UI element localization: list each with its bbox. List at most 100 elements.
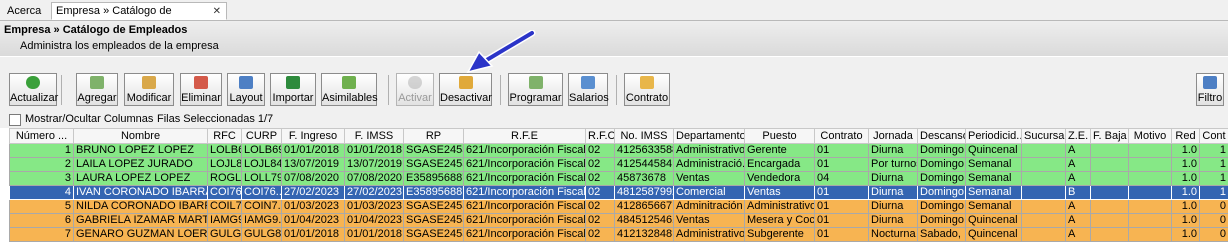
layout-icon xyxy=(239,76,253,89)
tab-catalogo-empleados[interactable]: Empresa » Catálogo de Empleados ✕ xyxy=(51,2,227,34)
column-header[interactable]: No. IMSS xyxy=(614,128,674,144)
deactivate-button[interactable]: Desactivar xyxy=(439,73,492,106)
table-row[interactable]: 7GENARO GUZMAN LOERAGULG8...GULG8...01/0… xyxy=(9,227,1228,242)
toolbar-separator xyxy=(388,75,389,105)
close-icon[interactable]: ✕ xyxy=(213,3,221,20)
table-cell: 07/08/2020 xyxy=(344,171,404,186)
column-header[interactable]: Jornada xyxy=(868,128,918,144)
tab-acerca-de[interactable]: Acerca de xyxy=(2,2,50,34)
schedule-icon xyxy=(528,76,543,89)
column-header[interactable]: F. IMSS xyxy=(344,128,404,144)
table-cell: NILDA CORONADO IBARRA xyxy=(73,199,208,214)
table-cell: 02 xyxy=(585,171,615,186)
table-cell: GULG8... xyxy=(241,227,282,242)
table-cell: A xyxy=(1065,199,1091,214)
add-button[interactable]: Agregar xyxy=(76,73,118,106)
options-bar: Mostrar/Ocultar Columnas Filas Seleccion… xyxy=(0,112,1228,128)
table-cell: 02 xyxy=(585,199,615,214)
table-cell: 3 xyxy=(9,171,74,186)
table-cell: 1.0 xyxy=(1171,185,1200,200)
column-header[interactable]: Nombre xyxy=(73,128,208,144)
table-cell: Semanal xyxy=(965,199,1022,214)
activate-button[interactable]: Activar xyxy=(396,73,434,106)
table-cell: A xyxy=(1065,157,1091,172)
table-cell: Domingo xyxy=(917,199,966,214)
table-cell: 1.0 xyxy=(1171,213,1200,228)
column-header[interactable]: CURP xyxy=(241,128,282,144)
table-cell: 02 xyxy=(585,213,615,228)
table-cell: A xyxy=(1065,213,1091,228)
layout-button[interactable]: Layout xyxy=(227,73,265,106)
column-header[interactable]: F. Ingreso xyxy=(281,128,345,144)
column-header[interactable]: R.F.C xyxy=(585,128,615,144)
table-cell: 01/04/2023 xyxy=(344,213,404,228)
table-cell: Por turnos xyxy=(868,157,918,172)
column-header[interactable]: Cont xyxy=(1199,128,1228,144)
table-cell: Diurna xyxy=(868,143,918,158)
column-header[interactable]: Contrato xyxy=(814,128,869,144)
column-header[interactable]: Motivo xyxy=(1128,128,1172,144)
column-header[interactable]: Descanso xyxy=(917,128,966,144)
table-cell: 621/Incorporación Fiscal xyxy=(463,143,586,158)
table-cell: SGASE24535 xyxy=(403,227,464,242)
table-cell: 01/03/2023 xyxy=(281,199,345,214)
refresh-button[interactable]: Actualizar xyxy=(9,73,58,106)
table-cell: 41256335889 xyxy=(614,143,674,158)
table-cell: 01/01/2018 xyxy=(281,143,345,158)
table-cell: SGASE24535 xyxy=(403,157,464,172)
delete-button[interactable]: Eliminar xyxy=(180,73,222,106)
column-header[interactable]: R.F.E xyxy=(463,128,586,144)
add-record-icon xyxy=(90,76,104,89)
contract-button[interactable]: Contrato xyxy=(624,73,670,106)
table-cell: Administrativo xyxy=(673,227,745,242)
table-cell: Semanal xyxy=(965,185,1022,200)
table-cell: SGASE24535 xyxy=(403,213,464,228)
table-cell: Nocturna xyxy=(868,227,918,242)
table-cell xyxy=(1128,157,1172,172)
edit-button[interactable]: Modificar xyxy=(124,73,174,106)
column-header[interactable]: Puesto xyxy=(744,128,815,144)
column-header[interactable]: Sucursal xyxy=(1021,128,1066,144)
assimilable-icon xyxy=(342,76,356,89)
table-row[interactable]: 4IVAN CORONADO IBARRACOI76...COI76...27/… xyxy=(9,185,1228,200)
table-cell: Encargada xyxy=(744,157,815,172)
column-header[interactable]: RFC xyxy=(207,128,242,144)
table-cell: 01 xyxy=(814,143,869,158)
table-row[interactable]: 5NILDA CORONADO IBARRACOIL7...COIN7...01… xyxy=(9,199,1228,214)
table-cell: 621/Incorporación Fiscal xyxy=(463,157,586,172)
table-cell: LAILA LOPEZ JURADO xyxy=(73,157,208,172)
show-columns-checkbox[interactable] xyxy=(9,114,21,126)
import-button[interactable]: Importar xyxy=(270,73,316,106)
table-cell: 01 xyxy=(814,227,869,242)
employees-table: Número ... Nombre RFC CURP F. Ingreso F. IMSS… xyxy=(9,128,1228,242)
table-row[interactable]: 2LAILA LOPEZ JURADOLOJL84...LOJL84...13/… xyxy=(9,157,1228,172)
table-cell: 27/02/2023 xyxy=(344,185,404,200)
column-header[interactable]: RP xyxy=(403,128,464,144)
table-row[interactable]: 3LAURA LOPEZ LOPEZROGL7...LOLL79...07/08… xyxy=(9,171,1228,186)
table-cell: 412544584 xyxy=(614,157,674,172)
show-columns-label[interactable]: Mostrar/Ocultar Columnas xyxy=(25,113,153,125)
table-row[interactable]: 6GABRIELA IZAMAR MARTINEZIAMG9...IAMG9..… xyxy=(9,213,1228,228)
salaries-button[interactable]: Salarios xyxy=(568,73,609,106)
pointer-arrow-icon xyxy=(466,30,536,74)
table-cell: 01/04/2023 xyxy=(281,213,345,228)
column-header[interactable]: Periodicid... xyxy=(965,128,1022,144)
table-cell: Domingo xyxy=(917,157,966,172)
table-cell: 02 xyxy=(585,227,615,242)
column-header[interactable]: Red xyxy=(1171,128,1200,144)
filter-button[interactable]: Filtro xyxy=(1196,73,1224,106)
column-header[interactable]: Z.E. xyxy=(1065,128,1091,144)
column-header[interactable]: Departamento xyxy=(673,128,745,144)
table-row[interactable]: 1BRUNO LOPEZ LOPEZLOLB6...LOLB69...01/01… xyxy=(9,143,1228,158)
table-cell: 01 xyxy=(814,157,869,172)
table-cell: 01/01/2018 xyxy=(344,143,404,158)
table-cell: LOLB69... xyxy=(241,143,282,158)
column-header[interactable]: F. Baja xyxy=(1090,128,1129,144)
filter-icon xyxy=(1203,76,1217,89)
table-cell: A xyxy=(1065,227,1091,242)
table-cell: 13/07/2019 xyxy=(281,157,345,172)
column-header[interactable]: Número ... xyxy=(9,128,74,144)
table-cell: B xyxy=(1065,185,1091,200)
schedule-button[interactable]: Programar xyxy=(508,73,563,106)
assimilable-button[interactable]: Asimilables xyxy=(321,73,378,106)
